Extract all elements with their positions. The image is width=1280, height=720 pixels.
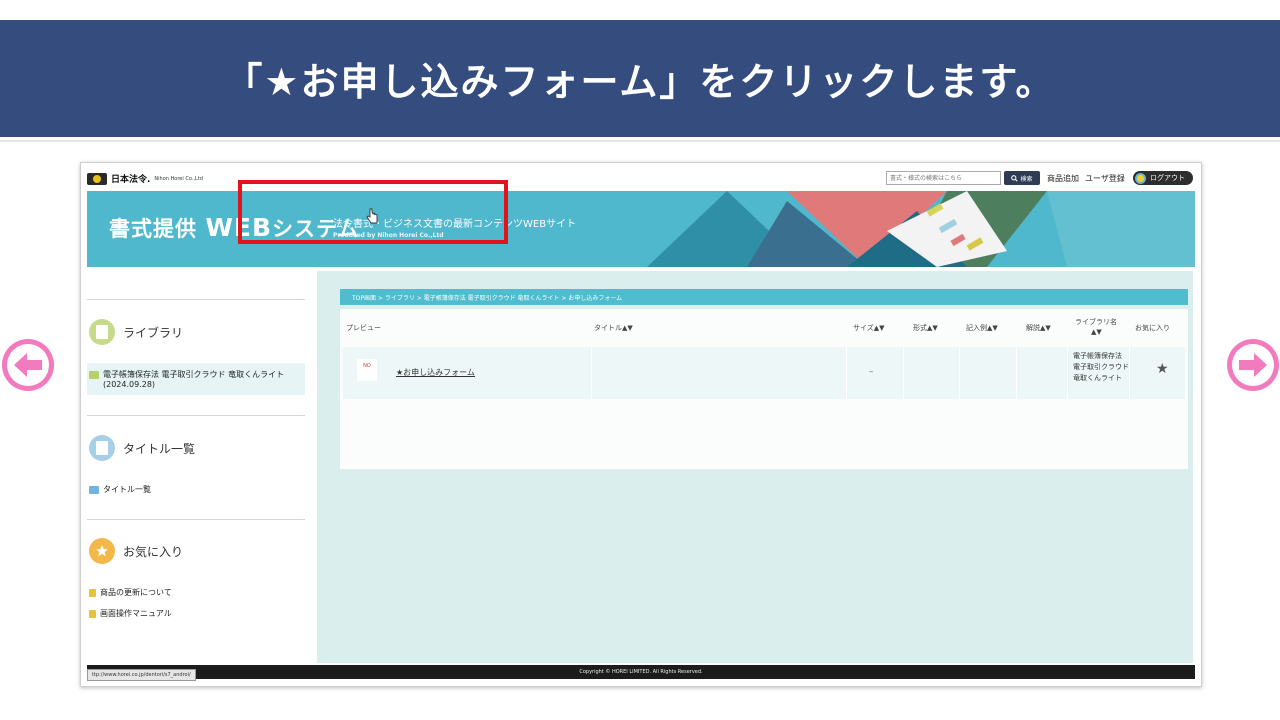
logout-icon xyxy=(1135,172,1146,184)
cell-divider xyxy=(846,347,847,399)
cell-divider xyxy=(959,347,960,399)
titles-heading-label: タイトル一覧 xyxy=(123,441,196,456)
column-header-favorite: お気に入り xyxy=(1135,324,1170,332)
footer: Copyright © HOREI LIMITED. All Rights Re… xyxy=(87,665,1195,679)
logo-english-text: Nihon Horei Co.,Ltd xyxy=(154,175,203,182)
sidebar-heading-favorites[interactable]: お気に入り xyxy=(89,538,183,564)
search-button-label: 検索 xyxy=(1020,176,1033,183)
sidebar-heading-library[interactable]: ライブラリ xyxy=(89,319,183,345)
search-input[interactable] xyxy=(886,171,1001,185)
sidebar-item-title-list[interactable]: タイトル一覧 xyxy=(89,484,151,495)
sidebar-link-manual[interactable]: 画面操作マニュアル xyxy=(89,608,172,619)
folder-icon xyxy=(89,371,99,379)
favorites-heading-label: お気に入り xyxy=(123,544,184,559)
company-logo[interactable]: 日本法令. Nihon Horei Co.,Ltd xyxy=(87,172,203,185)
column-header-library-sort[interactable]: ▲▼ xyxy=(1091,328,1102,336)
arrow-left-icon xyxy=(7,344,49,386)
column-header-explanation[interactable]: 解説▲▼ xyxy=(1026,323,1051,333)
manual-link-label: 画面操作マニュアル xyxy=(100,609,172,618)
folder-icon xyxy=(89,610,96,618)
column-header-library-name[interactable]: ライブラリ名 xyxy=(1075,317,1117,327)
column-header-format[interactable]: 形式▲▼ xyxy=(913,323,938,333)
size-value: – xyxy=(869,367,874,377)
sidebar-divider xyxy=(87,415,305,416)
favorite-star-icon[interactable]: ★ xyxy=(1156,361,1169,377)
column-header-title[interactable]: タイトル▲▼ xyxy=(594,323,633,333)
preview-label: NO xyxy=(363,363,371,369)
folder-icon xyxy=(89,589,96,597)
table-row: NO ★お申し込みフォーム – 電子帳簿保存法 電子取引クラウド 竜取くんライト… xyxy=(343,347,1185,399)
library-item-label: 電子帳簿保存法 電子取引クラウド 竜取くんライト xyxy=(103,370,285,379)
preview-thumbnail[interactable]: NO xyxy=(357,359,377,381)
cell-divider xyxy=(1067,347,1068,399)
star-icon xyxy=(89,538,115,564)
arrow-right-icon xyxy=(1232,344,1274,386)
logout-label: ログアウト xyxy=(1150,174,1185,182)
title-list-label: タイトル一覧 xyxy=(103,485,151,494)
add-product-link[interactable]: 商品追加 xyxy=(1047,173,1079,184)
slide-divider xyxy=(0,140,1280,142)
sidebar-item-library[interactable]: 電子帳簿保存法 電子取引クラウド 竜取くんライト (2024.09.28) xyxy=(87,363,305,395)
library-item-date: (2024.09.28) xyxy=(103,380,156,389)
search-button[interactable]: 検索 xyxy=(1004,171,1040,185)
sidebar-link-updates[interactable]: 商品の更新について xyxy=(89,587,172,598)
column-header-preview: プレビュー xyxy=(346,324,381,332)
application-form-link[interactable]: ★お申し込みフォーム xyxy=(396,367,475,378)
slide-title: 「★お申し込みフォーム」をクリックします。 xyxy=(224,60,1056,104)
library-name-value: 電子帳簿保存法 電子取引クラウド 竜取くんライト xyxy=(1073,352,1129,382)
previous-slide-button[interactable] xyxy=(2,339,54,391)
folder-icon xyxy=(89,486,99,494)
sidebar: ライブラリ 電子帳簿保存法 電子取引クラウド 竜取くんライト (2024.09.… xyxy=(87,271,309,663)
cell-divider xyxy=(903,347,904,399)
sidebar-divider xyxy=(87,299,305,300)
hand-cursor-icon xyxy=(366,208,378,228)
sidebar-divider xyxy=(87,519,305,520)
sidebar-heading-titles[interactable]: タイトル一覧 xyxy=(89,435,195,461)
banner-title-pre: 書式提供 xyxy=(109,217,206,241)
cell-divider xyxy=(591,347,592,399)
breadcrumb[interactable]: TOP画面 > ライブラリ > 電子帳簿保存法 電子取引クラウド 竜取くんライト… xyxy=(340,289,1188,305)
column-header-example[interactable]: 記入例▲▼ xyxy=(966,323,998,333)
main-content: TOP画面 > ライブラリ > 電子帳簿保存法 電子取引クラウド 竜取くんライト… xyxy=(317,271,1193,663)
document-table: プレビュー タイトル▲▼ サイズ▲▼ 形式▲▼ 記入例▲▼ 解説▲▼ ライブラリ… xyxy=(340,309,1188,469)
updates-link-label: 商品の更新について xyxy=(100,588,172,597)
column-header-size[interactable]: サイズ▲▼ xyxy=(853,323,885,333)
logo-icon xyxy=(87,172,107,185)
library-icon xyxy=(89,319,115,345)
cell-divider xyxy=(1016,347,1017,399)
cell-divider xyxy=(1129,347,1130,399)
logo-text: 日本法令. xyxy=(111,175,151,185)
next-slide-button[interactable] xyxy=(1227,339,1279,391)
logout-button[interactable]: ログアウト xyxy=(1133,171,1193,185)
title-list-icon xyxy=(89,435,115,461)
library-heading-label: ライブラリ xyxy=(123,325,184,340)
slide-header: 「★お申し込みフォーム」をクリックします。 xyxy=(0,20,1280,137)
status-bar-url: ttp://www.horei.co.jp/dentori/s7_androi/ xyxy=(87,669,196,681)
search-icon xyxy=(1011,174,1019,182)
user-register-link[interactable]: ユーザ登録 xyxy=(1085,173,1125,184)
